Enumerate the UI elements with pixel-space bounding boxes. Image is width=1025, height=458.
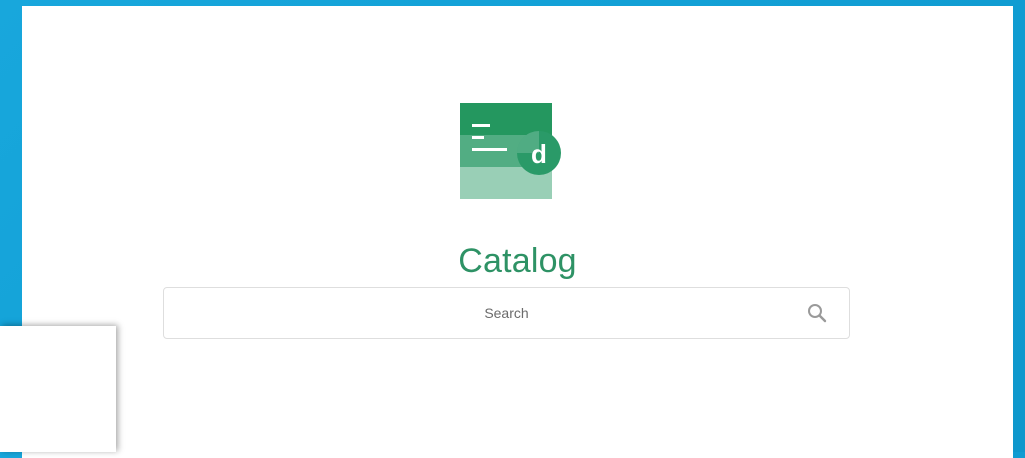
logo-letter: d <box>531 139 547 169</box>
catalog-panel: d Catalog <box>22 6 1013 458</box>
search-box[interactable] <box>163 287 850 339</box>
search-icon[interactable] <box>807 303 827 323</box>
catalog-logo-icon: d <box>460 103 564 199</box>
search-input[interactable] <box>164 288 849 338</box>
popup-card <box>0 326 116 452</box>
page-title: Catalog <box>458 242 577 280</box>
